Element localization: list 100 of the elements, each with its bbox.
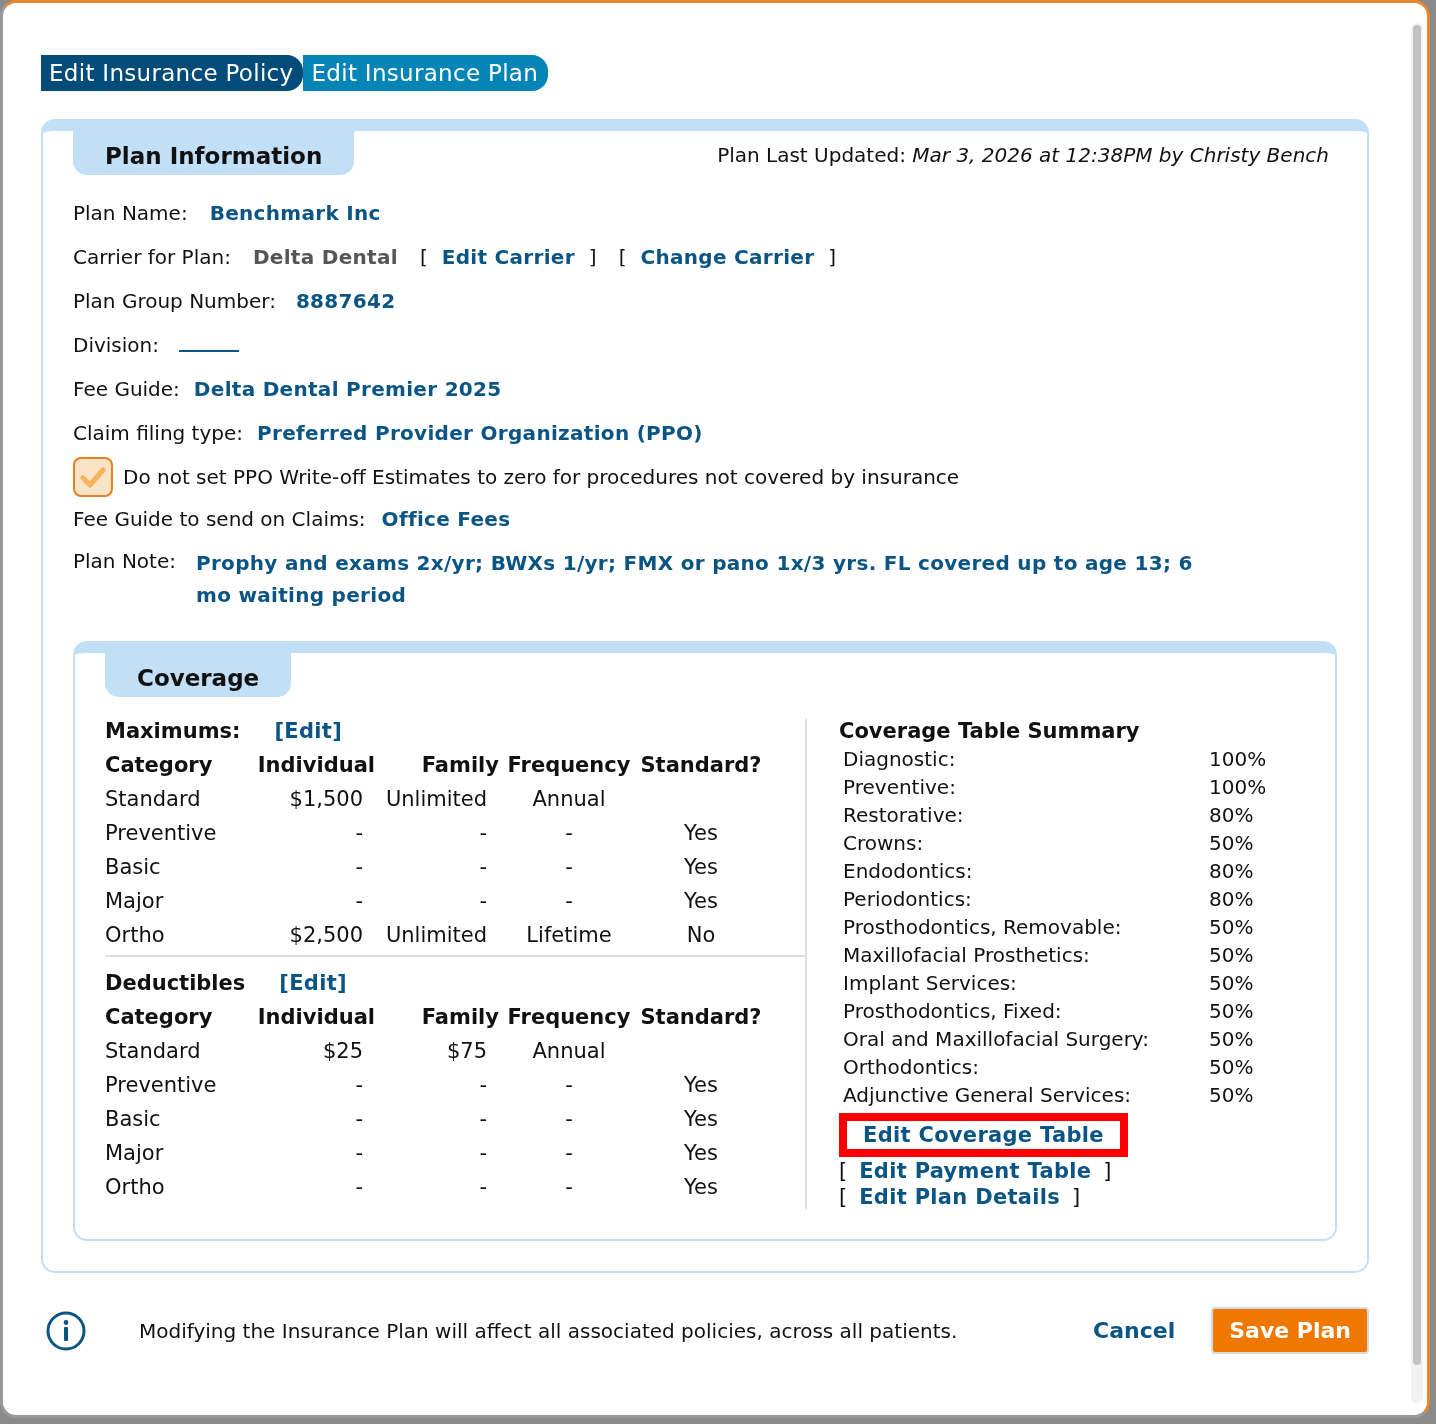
table-cell-text: Yes [683, 889, 719, 913]
column-header: Family [420, 1005, 499, 1029]
table-cell-text: Standard [105, 787, 202, 811]
table-cell-text: - [564, 821, 574, 845]
checkbox[interactable] [73, 457, 113, 497]
table-cell-text: Standard [105, 1039, 202, 1063]
table-cell-text: Basic [105, 855, 162, 879]
table-cell-text: Ortho [105, 923, 166, 947]
checkbox-label: Do not set PPO Write-off Estimates to zero for procedures not covered by insurance [123, 465, 960, 489]
group-number-value: 8887642 [295, 289, 396, 313]
table-cell-text: Preventive [105, 1073, 218, 1097]
tab[interactable]: Edit Insurance Policy [41, 55, 304, 91]
summary-label: Oral and Maxillofacial Surgery: [843, 1027, 1150, 1051]
table-cell-text: $25 [321, 1039, 364, 1063]
table-cell-text: - [354, 821, 364, 845]
carrier-link[interactable]: Edit Carrier [441, 245, 575, 269]
field-label: Plan Note: [73, 548, 176, 575]
table-cell-text: - [354, 1175, 364, 1199]
table-cell-text: Unlimited [384, 923, 488, 947]
table-cell-text: - [564, 1175, 574, 1199]
table-cell-text: - [354, 855, 364, 879]
table-cell-text: Major [105, 1141, 165, 1165]
table-cell-text: - [564, 855, 574, 879]
plan-name-value: Benchmark Inc [209, 201, 381, 225]
claim-type-value: Preferred Provider Organization (PPO) [257, 421, 703, 445]
summary-value: 50% [1209, 1083, 1255, 1107]
summary-title: Coverage Table Summary [839, 719, 1141, 743]
summary-label: Orthodontics: [843, 1055, 980, 1079]
table-cell-text: Yes [683, 1107, 719, 1131]
summary-label: Implant Services: [843, 971, 1018, 995]
plan-note-value: Prophy and exams 2x/yr; BWXs 1/yr; FMX or pano 1x/3 yrs. FL covered up to age 13; 6 mo waiting period [196, 550, 1194, 609]
table-cell-text: Lifetime [525, 923, 613, 947]
table-title: Deductibles [105, 971, 246, 995]
table-cell-text: $1,500 [288, 787, 364, 811]
summary-value: 50% [1209, 943, 1255, 967]
bracket: ] [1072, 1185, 1081, 1209]
table-cell-text: No [685, 923, 717, 947]
bracket: [ [839, 1159, 848, 1183]
table-cell-text: - [478, 855, 488, 879]
claims-fee-guide-value: Office Fees [381, 507, 511, 531]
edit-table-link[interactable]: Edit Coverage Table [839, 1113, 1128, 1157]
table-cell-text: Yes [683, 821, 719, 845]
tab[interactable]: Edit Insurance Plan [303, 55, 549, 91]
summary-value: 50% [1209, 915, 1255, 939]
summary-value: 80% [1209, 887, 1255, 911]
table-cell-text: - [564, 889, 574, 913]
column-header: Category [105, 1005, 214, 1029]
table-cell-text: $2,500 [288, 923, 364, 947]
bracket: [ [419, 245, 428, 269]
edit-link[interactable]: [Edit] [279, 971, 347, 995]
check-icon [80, 466, 106, 488]
table-cell-text: Annual [531, 1039, 607, 1063]
summary-label: Diagnostic: [843, 747, 957, 771]
table-cell-text: - [478, 1175, 488, 1199]
bracket: ] [1103, 1159, 1112, 1183]
table-cell-text: - [478, 821, 488, 845]
edit-link[interactable]: Edit Plan Details [859, 1185, 1061, 1209]
column-header: Individual [256, 753, 375, 777]
table-cell-text: - [564, 1073, 574, 1097]
fee-guide-value: Delta Dental Premier 2025 [193, 377, 502, 401]
carrier-link[interactable]: Change Carrier [640, 245, 815, 269]
column-header: Category [105, 753, 214, 777]
table-cell-text: Major [105, 889, 165, 913]
info-icon [45, 1309, 87, 1352]
field-label: Plan Name: [73, 201, 188, 225]
table-cell-text: Basic [105, 1107, 162, 1131]
bracket: ] [588, 245, 597, 269]
table-cell-text: - [354, 1073, 364, 1097]
column-header: Standard? [639, 753, 763, 777]
table-cell-text: Yes [683, 1175, 719, 1199]
summary-value: 50% [1209, 831, 1255, 855]
cancel-link[interactable]: Cancel [1093, 1318, 1176, 1343]
field-label: Carrier for Plan: [73, 245, 231, 269]
summary-value: 100% [1209, 747, 1268, 771]
field-label: Plan Group Number: [73, 289, 276, 313]
summary-label: Adjunctive General Services: [843, 1083, 1133, 1107]
last-updated-text: Plan Last Updated: Mar 3, 2026 at 12:38PM by Christy Bench [717, 142, 1330, 167]
summary-value: 50% [1209, 971, 1255, 995]
summary-label: Periodontics: [843, 887, 973, 911]
table-cell-text: - [478, 1107, 488, 1131]
summary-value: 100% [1209, 775, 1268, 799]
summary-label: Endodontics: [843, 859, 974, 883]
field-label: Fee Guide: [73, 377, 180, 401]
table-cell-text: - [354, 1107, 364, 1131]
field-label: Claim filing type: [73, 421, 244, 445]
bracket: [ [839, 1185, 848, 1209]
summary-value: 50% [1209, 1055, 1255, 1079]
table-cell-text: - [478, 1073, 488, 1097]
summary-value: 50% [1209, 999, 1255, 1023]
bracket: ] [828, 245, 837, 269]
table-cell-text: - [354, 1141, 364, 1165]
table-cell-text: Ortho [105, 1175, 166, 1199]
column-header: Frequency [506, 1005, 632, 1029]
column-header: Standard? [639, 1005, 763, 1029]
edit-link[interactable]: Edit Payment Table [859, 1159, 1092, 1183]
scrollbar[interactable] [1411, 23, 1423, 1403]
edit-link[interactable]: [Edit] [274, 719, 343, 743]
summary-label: Maxillofacial Prosthetics: [843, 943, 1091, 967]
table-cell-text: $75 [445, 1039, 488, 1063]
footer-message: Modifying the Insurance Plan will affect all associated policies, across all patients. [139, 1318, 959, 1343]
